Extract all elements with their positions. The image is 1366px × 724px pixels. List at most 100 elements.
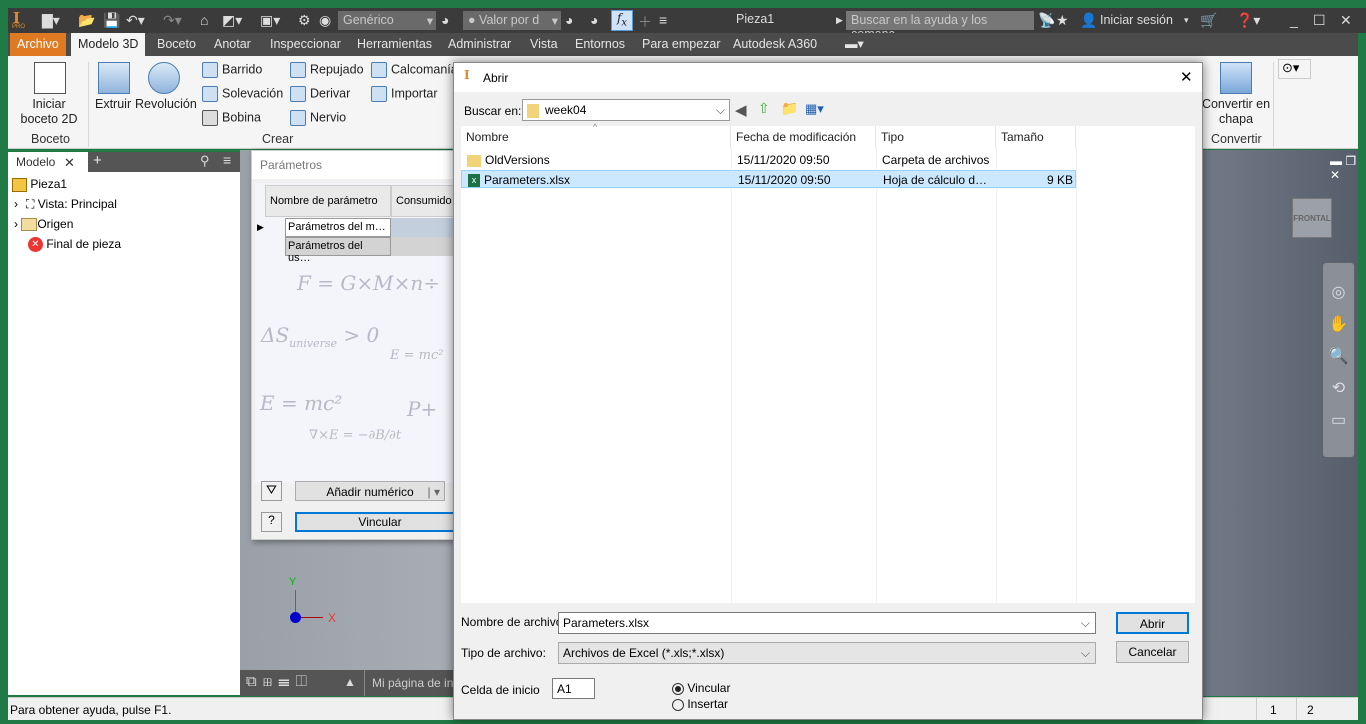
add-tab-icon[interactable]: + <box>93 152 102 169</box>
ribbon-options-icon[interactable]: ⊙▾ <box>1278 59 1311 79</box>
cart-icon[interactable]: 🛒 <box>1200 12 1217 29</box>
file-row[interactable]: OldVersions 15/11/2020 09:50 Carpeta de … <box>461 151 1076 169</box>
start-sketch-button[interactable]: Iniciar boceto 2D <box>18 97 80 127</box>
column-size[interactable]: Tamaño <box>996 126 1076 148</box>
close-icon[interactable]: ✕ <box>1340 12 1352 29</box>
tab-inspeccionar[interactable]: Inspeccionar <box>263 33 348 56</box>
link-radio[interactable]: Vincular <box>672 681 730 695</box>
filename-input[interactable]: Parameters.xlsx ⌵ <box>558 612 1096 634</box>
window-layout-icons[interactable]: ⧉⊞☰◫ <box>246 673 313 690</box>
plus-icon[interactable]: ＋ <box>638 12 652 32</box>
user-icon[interactable]: 👤 <box>1080 12 1097 29</box>
home-icon[interactable]: ⌂ <box>200 12 208 28</box>
emboss-button[interactable]: Repujado <box>290 62 364 78</box>
decal-button[interactable]: Calcomanía <box>371 62 458 78</box>
extrude-button[interactable]: Extruir <box>95 97 131 111</box>
coil-button[interactable]: Bobina <box>202 110 261 126</box>
help-icon[interactable]: ? <box>261 512 282 532</box>
open-button[interactable]: Abrir <box>1116 612 1189 634</box>
insert-radio[interactable]: Insertar <box>672 697 728 711</box>
tab-administrar[interactable]: Administrar <box>441 33 518 56</box>
zoom-icon[interactable]: 🔍 <box>1323 341 1354 373</box>
open-icon[interactable]: 📂 <box>78 12 95 29</box>
menu-icon[interactable]: ≡ <box>223 152 231 168</box>
adjust-icon[interactable]: ◕ <box>565 12 573 28</box>
update-icon[interactable]: ◩▾ <box>222 12 242 29</box>
file-row-selected[interactable]: x Parameters.xlsx 15/11/2020 09:50 Hoja d… <box>461 170 1076 188</box>
star-icon[interactable]: ★ <box>1056 12 1069 29</box>
new-file-icon[interactable]: ▇▾ <box>42 12 60 29</box>
measure-icon[interactable]: ⚙ <box>298 12 311 29</box>
fx-button[interactable]: fx <box>611 10 633 31</box>
tab-archivo[interactable]: Archivo <box>10 33 66 56</box>
tab-boceto[interactable]: Boceto <box>150 33 203 56</box>
signin-dropdown-icon[interactable]: ▾ <box>1184 15 1189 26</box>
dialog-close-icon[interactable]: ✕ <box>1180 68 1193 86</box>
add-numeric-button[interactable]: Añadir numérico | ▾ <box>295 481 445 501</box>
view-menu-icon[interactable]: ▦▾ <box>805 101 824 117</box>
start-cell-input[interactable]: A1 <box>552 678 595 699</box>
tree-item-view[interactable]: › ⛶ Vista: Principal <box>14 197 117 212</box>
back-icon[interactable]: ◀ <box>735 101 747 119</box>
cancel-button[interactable]: Cancelar <box>1116 641 1189 663</box>
param-row-model[interactable]: Parámetros del m… <box>285 218 391 237</box>
revolve-button[interactable]: Revolución <box>135 97 197 111</box>
help-icon[interactable]: ❓▾ <box>1236 12 1260 29</box>
maximize-icon[interactable]: ☐ <box>1313 12 1326 29</box>
tab-herramientas[interactable]: Herramientas <box>350 33 439 56</box>
undo-icon[interactable]: ↶▾ <box>126 12 145 29</box>
viewport-window-controls[interactable]: ▬ ❐ ✕ <box>1330 154 1358 182</box>
sweep-button[interactable]: Barrido <box>202 62 262 78</box>
color-wheel-icon[interactable]: ◕ <box>441 12 449 28</box>
satellite-icon[interactable]: 📡 <box>1038 12 1055 29</box>
navigation-bar[interactable]: ◎ ✋ 🔍 ⟲ ▭ <box>1322 262 1355 458</box>
column-type[interactable]: Tipo <box>876 126 996 148</box>
look-in-select[interactable]: week04 ⌵ <box>522 99 730 121</box>
panel-toggle-icon[interactable]: ▬▾ <box>838 33 871 56</box>
sign-in-button[interactable]: Iniciar sesión <box>1100 13 1173 27</box>
tab-para-empezar[interactable]: Para empezar <box>635 33 728 56</box>
column-date[interactable]: Fecha de modificación <box>731 126 876 148</box>
viewcube[interactable]: FRONTAL <box>1292 198 1332 238</box>
tree-item-origin[interactable]: › Origen <box>14 217 73 232</box>
document-tab[interactable]: Mi página de in <box>372 676 453 690</box>
render-icon[interactable]: ◉ <box>319 12 331 29</box>
appearance-select[interactable]: ● Valor por d ▾ <box>463 11 561 30</box>
loft-button[interactable]: Solevación <box>202 86 283 102</box>
expand-icon[interactable]: ▲ <box>344 675 356 689</box>
help-search-input[interactable]: Buscar en la ayuda y los comanc <box>846 11 1034 41</box>
tab-entornos[interactable]: Entornos <box>568 33 632 56</box>
filter-icon[interactable]: ⛛ <box>261 481 282 501</box>
clear-appearance-icon[interactable]: ◕ <box>590 12 598 28</box>
tree-item-end-of-part[interactable]: ✕ Final de pieza <box>28 237 121 253</box>
import-button[interactable]: Importar <box>371 86 438 102</box>
look-at-icon[interactable]: ▭ <box>1323 405 1354 437</box>
file-list[interactable]: Nombre ^ Fecha de modificación Tipo Tama… <box>461 122 1195 603</box>
browser-tab-modelo[interactable]: Modelo ✕ <box>8 152 88 172</box>
save-icon[interactable]: 💾 <box>103 12 120 29</box>
redo-icon[interactable]: ↷▾ <box>163 12 182 29</box>
column-header-name[interactable]: Nombre de parámetro <box>265 185 391 217</box>
pan-icon[interactable]: ✋ <box>1323 309 1354 341</box>
close-tab-icon[interactable]: ✕ <box>64 155 75 171</box>
tab-autodesk-a360[interactable]: Autodesk A360 <box>726 33 824 56</box>
derive-button[interactable]: Derivar <box>290 86 350 102</box>
search-icon[interactable]: ⚲ <box>200 153 210 169</box>
tab-vista[interactable]: Vista <box>523 33 565 56</box>
filetype-select[interactable]: Archivos de Excel (*.xls;*.xlsx) ⌵ <box>558 642 1096 664</box>
material-select[interactable]: Genérico ▾ <box>338 11 436 30</box>
customize-icon[interactable]: ≡ <box>659 12 667 28</box>
tab-anotar[interactable]: Anotar <box>207 33 258 56</box>
convert-sheetmetal-button[interactable]: Convertir en chapa <box>1201 97 1271 127</box>
column-header-consumed[interactable]: Consumido p <box>391 185 454 217</box>
tree-item-part[interactable]: Pieza1 <box>12 177 67 192</box>
param-row-user[interactable]: Parámetros del us… <box>285 237 391 264</box>
select-icon[interactable]: ▣▾ <box>260 12 280 29</box>
new-folder-icon[interactable]: 📁 <box>781 100 798 117</box>
up-folder-icon[interactable]: ⇧ <box>758 100 770 117</box>
rib-button[interactable]: Nervio <box>290 110 346 126</box>
tab-modelo-3d[interactable]: Modelo 3D <box>71 33 146 56</box>
minimize-icon[interactable]: _ <box>1290 12 1298 28</box>
orbit-icon[interactable]: ⟲ <box>1323 373 1354 405</box>
link-button[interactable]: Vincular <box>295 512 454 532</box>
